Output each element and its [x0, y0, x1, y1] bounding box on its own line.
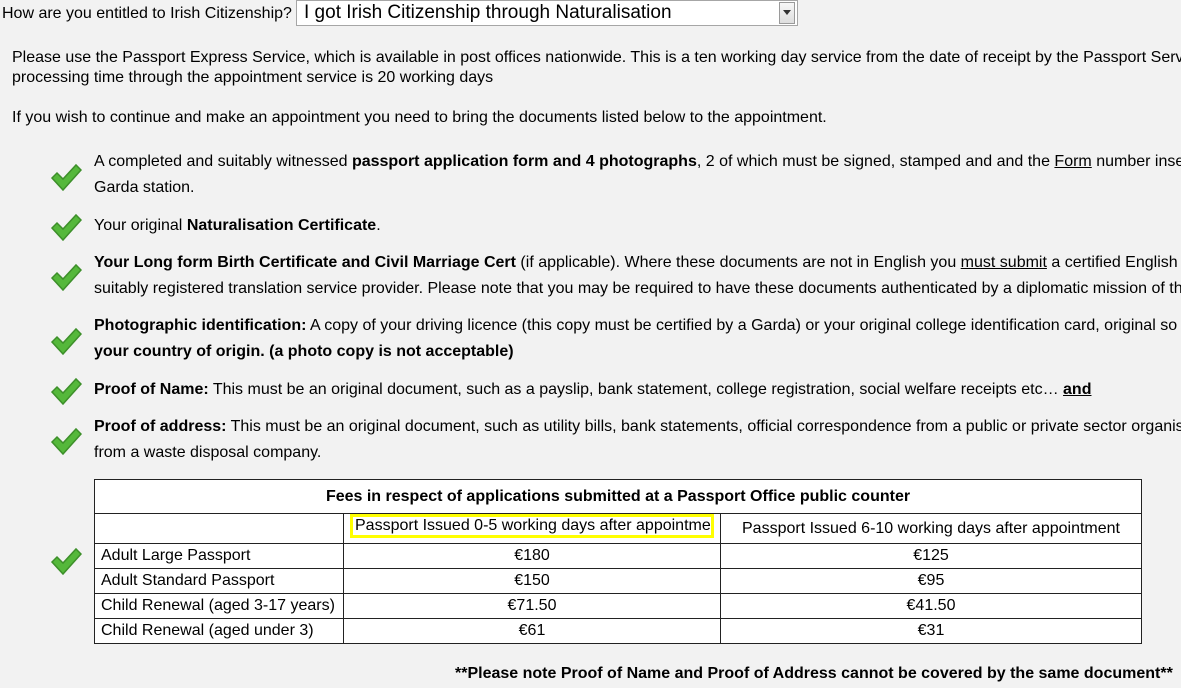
- page: How are you entitled to Irish Citizenshi…: [0, 0, 1181, 688]
- list-item-birth-certificate: Your Long form Birth Certificate and Civ…: [94, 250, 1181, 302]
- item-text: , 2 of which must be signed, stamped and…: [696, 153, 1055, 170]
- item-text: (if applicable). Where these documents a…: [515, 254, 961, 271]
- list-item-application-form: A completed and suitably witnessed passp…: [94, 149, 1181, 201]
- highlighted-header: Passport Issued 0-5 working days after a…: [350, 514, 714, 538]
- fees-table-title: Fees in respect of applications submitte…: [94, 479, 1142, 514]
- checkmark-icon: [50, 427, 82, 456]
- continue-paragraph: If you wish to continue and make an appo…: [12, 109, 827, 126]
- table-row: Child Renewal (aged 3-17 years) €71.50 €…: [94, 593, 1142, 619]
- table-cell: €150: [343, 568, 721, 594]
- item-line-2: Garda station.: [94, 179, 195, 196]
- item-text: A copy of your driving licence (this cop…: [306, 317, 1178, 334]
- table-cell: Child Renewal (aged 3-17 years): [94, 593, 344, 619]
- item-bold: your country of origin. (a photo copy is…: [94, 343, 514, 360]
- table-cell: €125: [720, 543, 1142, 569]
- table-cell: Child Renewal (aged under 3): [94, 618, 344, 644]
- intro-line-2: processing time through the appointment …: [12, 69, 494, 86]
- table-header-row: Passport Issued 0-5 working days after a…: [94, 513, 1142, 544]
- table-cell: Adult Large Passport: [94, 543, 344, 569]
- table-cell: €95: [720, 568, 1142, 594]
- list-item-photo-id: Photographic identification: A copy of y…: [94, 313, 1177, 365]
- fees-table: Fees in respect of applications submitte…: [94, 479, 1142, 644]
- intro-paragraph: Please use the Passport Express Service,…: [12, 48, 1181, 88]
- table-row: Child Renewal (aged under 3) €61 €31: [94, 618, 1142, 644]
- item-text: a certified English: [1046, 254, 1178, 271]
- citizenship-select[interactable]: I got Irish Citizenship through Naturali…: [296, 0, 798, 26]
- checkmark-icon: [50, 263, 82, 292]
- table-header: Passport Issued 6-10 working days after …: [720, 513, 1142, 544]
- item-text: A completed and suitably witnessed: [94, 153, 352, 170]
- item-bold: Naturalisation Certificate: [186, 217, 377, 234]
- item-bold: Proof of Name:: [94, 381, 209, 398]
- list-item-proof-of-address: Proof of address: This must be an origin…: [94, 414, 1181, 466]
- citizenship-question: How are you entitled to Irish Citizenshi…: [2, 0, 292, 28]
- table-cell: Adult Standard Passport: [94, 568, 344, 594]
- checkmark-icon: [50, 547, 82, 576]
- intro-line-1: Please use the Passport Express Service,…: [12, 49, 1181, 66]
- table-cell: €71.50: [343, 593, 721, 619]
- item-bold-and: and: [1063, 381, 1092, 398]
- item-line-2: suitably registered translation service …: [94, 280, 1181, 297]
- table-cell: €41.50: [720, 593, 1142, 619]
- table-row: Adult Standard Passport €150 €95: [94, 568, 1142, 594]
- checkmark-icon: [50, 377, 82, 406]
- table-cell: €61: [343, 618, 721, 644]
- proof-note: **Please note Proof of Name and Proof of…: [455, 665, 1173, 682]
- item-bold: Proof of address:: [94, 418, 227, 435]
- item-bold: Your Long form Birth Certificate and Civ…: [94, 254, 516, 271]
- item-text: Your original: [94, 217, 187, 234]
- table-header: Passport Issued 0-5 working days after a…: [343, 513, 721, 544]
- checkmark-icon: [50, 327, 82, 356]
- table-cell: €180: [343, 543, 721, 569]
- item-text: This must be an original document, such …: [226, 418, 1181, 435]
- item-text: .: [376, 217, 381, 234]
- item-text: This must be an original document, such …: [208, 381, 1064, 398]
- item-underline: must submit: [960, 254, 1047, 271]
- list-item-naturalisation: Your original Naturalisation Certificate…: [94, 213, 381, 239]
- list-item-proof-of-name: Proof of Name: This must be an original …: [94, 377, 1091, 403]
- citizenship-select-value: I got Irish Citizenship through Naturali…: [304, 2, 672, 23]
- chevron-down-icon[interactable]: [779, 2, 795, 24]
- item-bold: passport application form and 4 photogra…: [351, 153, 697, 170]
- item-line-2: from a waste disposal company.: [94, 444, 322, 461]
- citizenship-question-label: How are you entitled to Irish Citizenshi…: [2, 5, 292, 22]
- table-cell: €31: [720, 618, 1142, 644]
- checkmark-icon: [50, 163, 82, 192]
- table-row: Adult Large Passport €180 €125: [94, 543, 1142, 569]
- checkmark-icon: [50, 213, 82, 242]
- item-bold: Photographic identification:: [94, 317, 307, 334]
- form-link[interactable]: Form: [1054, 153, 1091, 170]
- item-text: number inse: [1091, 153, 1181, 170]
- table-header-empty: [94, 513, 344, 544]
